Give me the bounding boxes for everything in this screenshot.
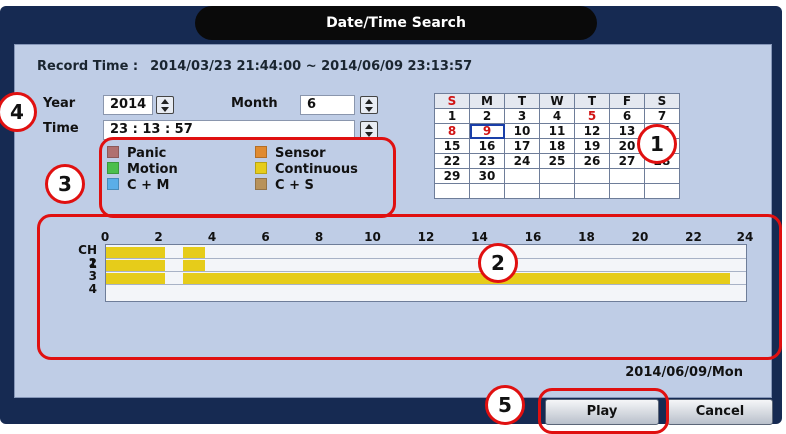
record-time-value: 2014/03/23 21:44:00 ~ 2014/06/09 23:13:5… (150, 59, 473, 74)
calendar-day[interactable]: 30 (469, 168, 505, 184)
callout-number-2: 2 (478, 243, 518, 283)
calendar-day[interactable]: 17 (504, 138, 540, 154)
calendar-header-sun: S (434, 93, 470, 109)
calendar-day[interactable] (469, 183, 505, 199)
calendar-day[interactable]: 29 (434, 168, 470, 184)
calendar-header-fri: F (609, 93, 645, 109)
month-spinner[interactable] (360, 96, 378, 114)
calendar-day[interactable]: 4 (539, 108, 575, 124)
calendar-day[interactable]: 22 (434, 153, 470, 169)
time-label: Time (43, 121, 79, 136)
calendar-day[interactable]: 16 (469, 138, 505, 154)
selected-date: 2014/06/09/Mon (625, 365, 743, 380)
calendar-day[interactable] (644, 183, 680, 199)
calendar-day[interactable]: 3 (504, 108, 540, 124)
calendar-day[interactable]: 26 (574, 153, 610, 169)
calendar-day[interactable] (504, 183, 540, 199)
calendar-day[interactable] (644, 168, 680, 184)
calendar-day[interactable]: 8 (434, 123, 470, 139)
calendar-day[interactable] (539, 183, 575, 199)
year-label: Year (43, 96, 76, 111)
month-label: Month (231, 96, 278, 111)
calendar-day[interactable]: 2 (469, 108, 505, 124)
year-field[interactable]: 2014 (103, 95, 153, 115)
month-field[interactable]: 6 (300, 95, 355, 115)
calendar-day[interactable]: 7 (644, 108, 680, 124)
calendar-day[interactable]: 10 (504, 123, 540, 139)
calendar-day[interactable] (539, 168, 575, 184)
calendar-day[interactable]: 23 (469, 153, 505, 169)
calendar-day[interactable] (574, 183, 610, 199)
calendar-day[interactable] (574, 168, 610, 184)
year-spinner[interactable] (156, 96, 174, 114)
callout-number-5: 5 (485, 385, 525, 425)
calendar-header-thu: T (574, 93, 610, 109)
calendar-header-mon: M (469, 93, 505, 109)
calendar-day[interactable] (434, 183, 470, 199)
calendar-day[interactable] (504, 168, 540, 184)
callout-legend-box (99, 137, 396, 218)
calendar-day[interactable]: 6 (609, 108, 645, 124)
calendar-day[interactable]: 1 (434, 108, 470, 124)
calendar-day[interactable]: 12 (574, 123, 610, 139)
cancel-button[interactable]: Cancel (667, 399, 773, 425)
record-time: Record Time : 2014/03/23 21:44:00 ~ 2014/… (37, 59, 472, 74)
callout-number-3: 3 (45, 164, 85, 204)
record-time-label: Record Time : (37, 59, 139, 74)
calendar-header-wed: W (539, 93, 575, 109)
callout-play-box (538, 388, 669, 434)
calendar-day[interactable] (609, 183, 645, 199)
calendar-day[interactable]: 11 (539, 123, 575, 139)
calendar-day[interactable]: 19 (574, 138, 610, 154)
calendar-header-tue: T (504, 93, 540, 109)
dialog-title: Date/Time Search (195, 6, 597, 40)
calendar-day[interactable]: 25 (539, 153, 575, 169)
calendar-day[interactable]: 15 (434, 138, 470, 154)
calendar-day[interactable]: 24 (504, 153, 540, 169)
callout-number-1: 1 (637, 124, 677, 164)
calendar-day[interactable]: 5 (574, 108, 610, 124)
calendar-day[interactable]: 18 (539, 138, 575, 154)
calendar-day[interactable]: 9 (469, 123, 505, 139)
calendar-header-sat: S (644, 93, 680, 109)
calendar-day[interactable]: 27 (609, 153, 645, 169)
calendar-day[interactable] (609, 168, 645, 184)
callout-timeline-box (37, 214, 782, 360)
